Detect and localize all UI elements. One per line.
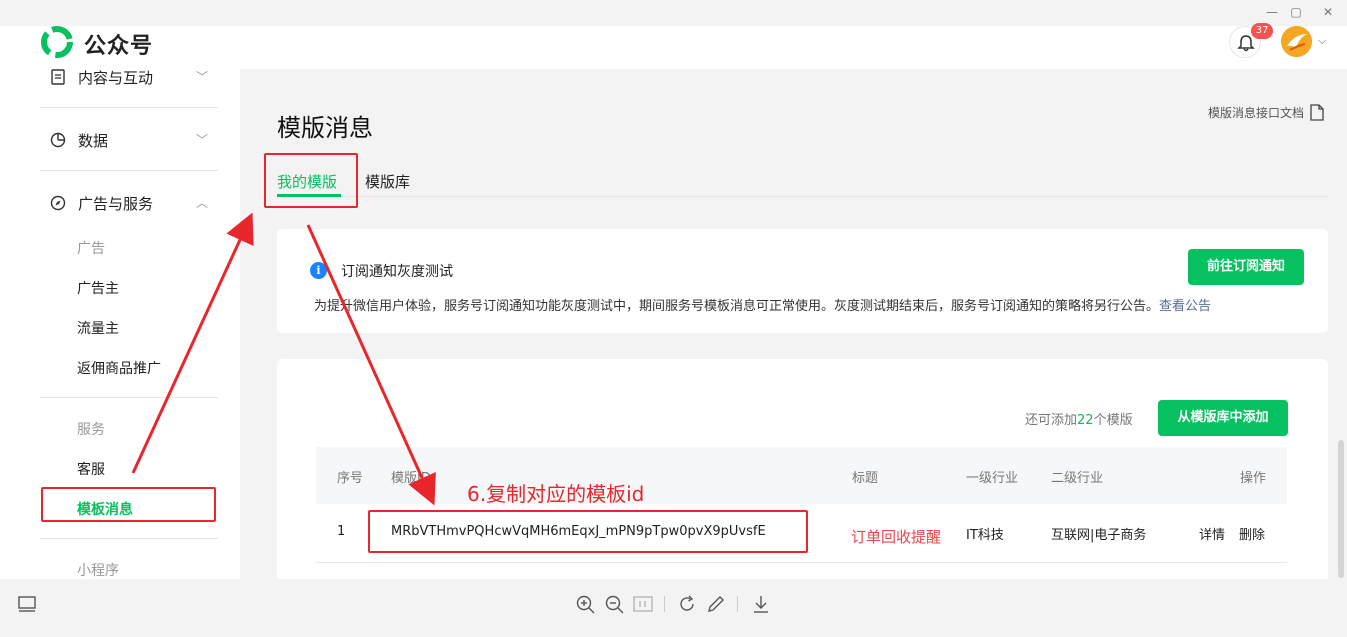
toolbar-separator: [737, 596, 738, 612]
thumbnail-icon[interactable]: [16, 593, 38, 615]
actual-size-icon[interactable]: [632, 593, 654, 615]
toolbar-separator: [664, 596, 665, 612]
scrollbar[interactable]: [1338, 440, 1344, 578]
arrow-tab-to-id: [306, 224, 436, 506]
zoom-in-icon[interactable]: [574, 593, 596, 615]
viewer-toolbar: [0, 579, 1347, 637]
edit-icon[interactable]: [705, 593, 727, 615]
rotate-icon[interactable]: [676, 593, 698, 615]
arrow-sidebar-to-tab: [131, 212, 254, 474]
annotation-arrows: [131, 212, 436, 506]
download-icon[interactable]: [750, 593, 772, 615]
zoom-out-icon[interactable]: [603, 593, 625, 615]
